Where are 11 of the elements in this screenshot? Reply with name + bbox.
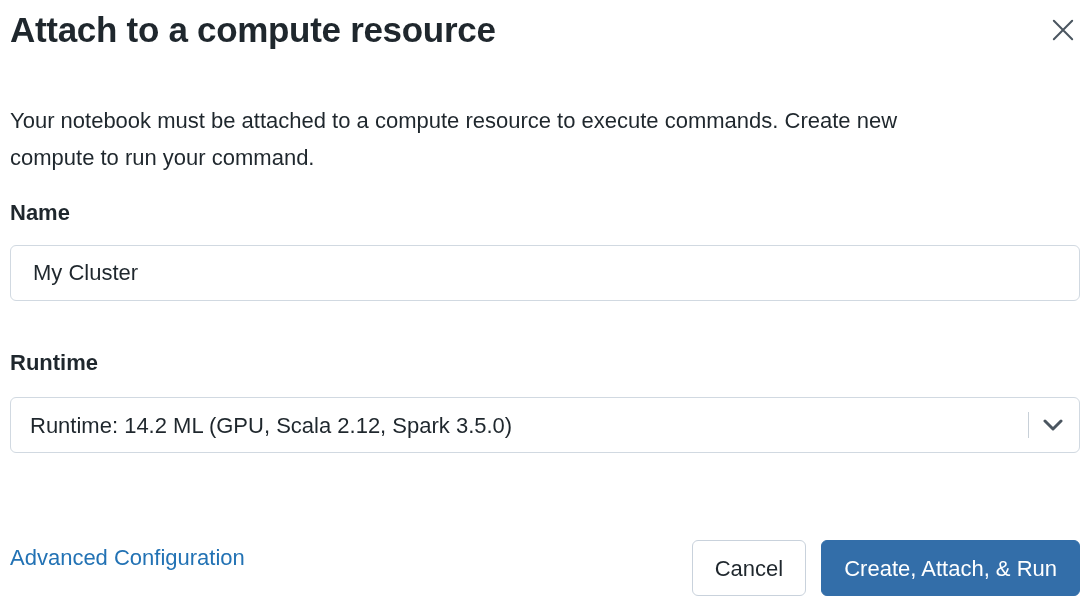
- cancel-button[interactable]: Cancel: [691, 540, 807, 596]
- name-input[interactable]: My Cluster: [10, 245, 1080, 301]
- dialog-description: Your notebook must be attached to a compute resource to execute commands. Create new compute to run your command.: [10, 107, 899, 172]
- advanced-configuration-link[interactable]: Advanced Configuration: [10, 543, 245, 573]
- close-icon[interactable]: [1052, 19, 1074, 41]
- field-label: Runtime: [10, 349, 99, 377]
- dialog-title: Attach to a compute resource: [10, 9, 496, 51]
- runtime-select[interactable]: Runtime: 14.2 ML (GPU, Scala 2.12, Spark 3.5.0): [10, 397, 1080, 453]
- chevron-down-icon: [1043, 419, 1063, 431]
- field-label: Name: [10, 199, 71, 227]
- create-attach-run-button[interactable]: Create, Attach, & Run: [821, 540, 1080, 596]
